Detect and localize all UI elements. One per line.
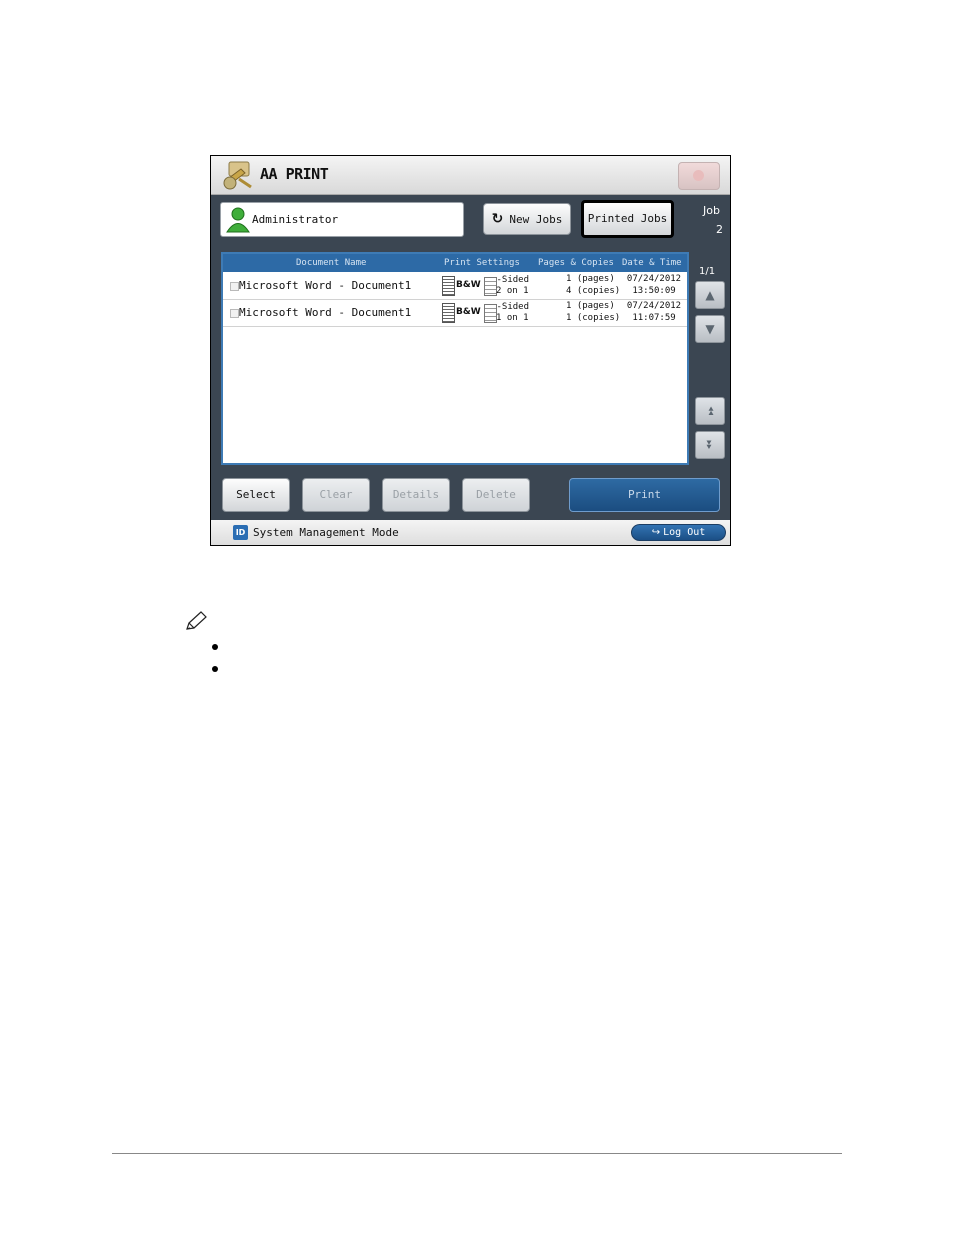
- printed-jobs-label: Printed Jobs: [587, 212, 668, 225]
- job-list-header: Document Name Print Settings Pages & Cop…: [223, 254, 687, 272]
- logout-label: Log Out: [663, 527, 706, 538]
- clear-button[interactable]: Clear: [302, 478, 370, 512]
- bullet-point: [212, 644, 218, 650]
- document-name: Microsoft Word - Document1: [239, 306, 412, 319]
- refresh-icon: ↻: [491, 211, 504, 227]
- status-bar: ID System Management Mode ↪ Log Out: [211, 520, 730, 545]
- system-mode-text: System Management Mode: [253, 526, 399, 539]
- bw-icon: [442, 303, 455, 323]
- layout-setting: 2 on 1: [496, 286, 529, 296]
- new-jobs-button[interactable]: ↻ New Jobs: [483, 203, 571, 235]
- printer-panel-screen: AA PRINT Administrator ↻ New Jobs Printed…: [210, 155, 731, 546]
- sided-setting: 2-Sided: [496, 302, 529, 312]
- bullet-point: [212, 666, 218, 672]
- column-pages-copies: Pages & Copies: [538, 258, 614, 268]
- clear-label: Clear: [319, 488, 353, 501]
- copies-count: 4 (copies): [566, 286, 621, 296]
- job-time: 13:50:09: [632, 286, 676, 296]
- arrow-up-icon: ▲: [705, 288, 715, 302]
- row-checkbox[interactable]: [230, 309, 239, 318]
- job-date: 07/24/2012: [626, 301, 682, 311]
- arrow-down-icon: ▼: [705, 322, 715, 336]
- delete-label: Delete: [476, 488, 516, 501]
- copies-count: 1 (copies): [566, 313, 621, 323]
- bw-icon: [442, 276, 455, 296]
- id-badge-icon: ID: [233, 525, 248, 540]
- layout-setting: 1 on 1: [496, 313, 529, 323]
- sided-setting: 2-Sided: [496, 275, 529, 285]
- page-footer-rule: [112, 1153, 842, 1154]
- scroll-down-button[interactable]: ▼: [695, 315, 725, 343]
- details-label: Details: [392, 488, 440, 501]
- page-indicator: 1/1: [699, 266, 716, 277]
- print-button[interactable]: Print: [569, 478, 720, 512]
- column-date-time: Date & Time: [622, 258, 682, 268]
- pages-count: 1 (pages): [566, 301, 615, 311]
- logout-button[interactable]: ↪ Log Out: [631, 524, 726, 541]
- pages-count: 1 (pages): [566, 274, 615, 284]
- delete-button[interactable]: Delete: [462, 478, 530, 512]
- scroll-up-button[interactable]: ▲: [695, 281, 725, 309]
- user-field: Administrator: [220, 202, 464, 237]
- job-time: 11:07:59: [632, 313, 676, 323]
- column-print-settings: Print Settings: [444, 258, 520, 268]
- jump-bottom-icon: ⏬︎: [706, 438, 713, 452]
- select-all-button[interactable]: Select All: [222, 478, 290, 533]
- job-count-label: Job: [703, 204, 720, 217]
- job-date: 07/24/2012: [626, 274, 682, 284]
- color-mode: B&W: [456, 280, 481, 290]
- table-row[interactable]: Microsoft Word - Document1 B&W 2-Sided 1…: [223, 300, 687, 327]
- scroll-top-button[interactable]: ⏫︎: [695, 397, 725, 425]
- details-button[interactable]: Details: [382, 478, 450, 512]
- new-jobs-label: New Jobs: [509, 213, 563, 226]
- jump-top-icon: ⏫︎: [706, 404, 713, 418]
- user-name: Administrator: [252, 213, 339, 226]
- job-list: Document Name Print Settings Pages & Cop…: [221, 252, 689, 465]
- column-document-name: Document Name: [296, 258, 367, 268]
- app-title: AA PRINT: [260, 165, 329, 183]
- row-checkbox[interactable]: [230, 282, 239, 291]
- printed-jobs-button[interactable]: Printed Jobs: [581, 200, 674, 238]
- document-name: Microsoft Word - Document1: [239, 279, 412, 292]
- print-label: Print: [627, 488, 662, 501]
- title-bar: AA PRINT: [211, 156, 730, 195]
- logout-icon: ↪: [651, 527, 661, 538]
- color-mode: B&W: [456, 307, 481, 317]
- table-row[interactable]: Microsoft Word - Document1 B&W 2-Sided 2…: [223, 273, 687, 300]
- scroll-bottom-button[interactable]: ⏬︎: [695, 431, 725, 459]
- aa-print-app-icon: [223, 161, 252, 190]
- job-count-value: 2: [716, 223, 723, 236]
- user-icon: [226, 207, 250, 233]
- reset-button[interactable]: [678, 162, 720, 190]
- pencil-note-icon: [186, 611, 207, 630]
